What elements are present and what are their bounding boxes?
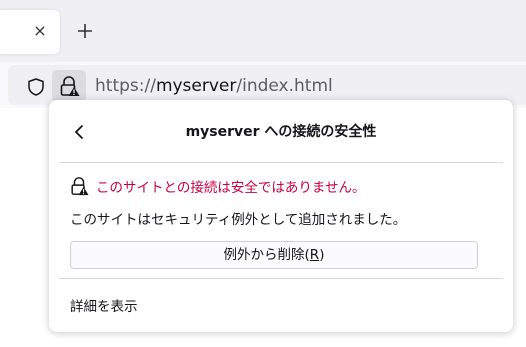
warning-text: このサイトとの接続は安全ではありません。: [96, 180, 366, 196]
remove-exception-close: ): [319, 247, 325, 263]
site-identity-button[interactable]: [52, 70, 86, 102]
site-security-panel: myserver への接続の安全性 このサイトとの接続は安全ではありません。 こ…: [49, 100, 513, 332]
lock-warning-icon: [60, 76, 80, 96]
divider: [59, 278, 503, 279]
remove-exception-button[interactable]: 例外から削除(R): [70, 241, 478, 269]
new-tab-button[interactable]: [70, 16, 100, 46]
panel-header: myserver への接続の安全性: [49, 100, 513, 162]
browser-tab[interactable]: ×: [0, 10, 60, 54]
exception-info-text: このサイトはセキュリティ例外として追加されました。: [70, 212, 407, 228]
url-path: /index.html: [236, 76, 333, 96]
panel-title: myserver への接続の安全性: [185, 124, 377, 140]
more-info-link[interactable]: 詳細を表示: [70, 295, 138, 315]
url-text[interactable]: https://myserver/index.html: [95, 75, 333, 97]
close-icon[interactable]: ×: [31, 22, 49, 40]
divider: [59, 162, 503, 163]
remove-exception-label: 例外から削除(: [223, 247, 310, 263]
accesskey: R: [309, 247, 320, 263]
lock-warning-icon: [71, 177, 89, 196]
shield-icon: [28, 78, 44, 96]
tracking-protection-button[interactable]: [22, 73, 50, 101]
plus-icon: [78, 24, 92, 38]
url-scheme: https://: [95, 76, 156, 96]
url-bar[interactable]: https://myserver/index.html: [8, 65, 526, 105]
connection-warning: このサイトとの接続は安全ではありません。: [69, 175, 365, 197]
browser-window: × https://myserver/index.html myserver へ…: [0, 0, 526, 347]
tab-strip: ×: [0, 0, 526, 62]
url-host: myserver: [155, 76, 237, 96]
